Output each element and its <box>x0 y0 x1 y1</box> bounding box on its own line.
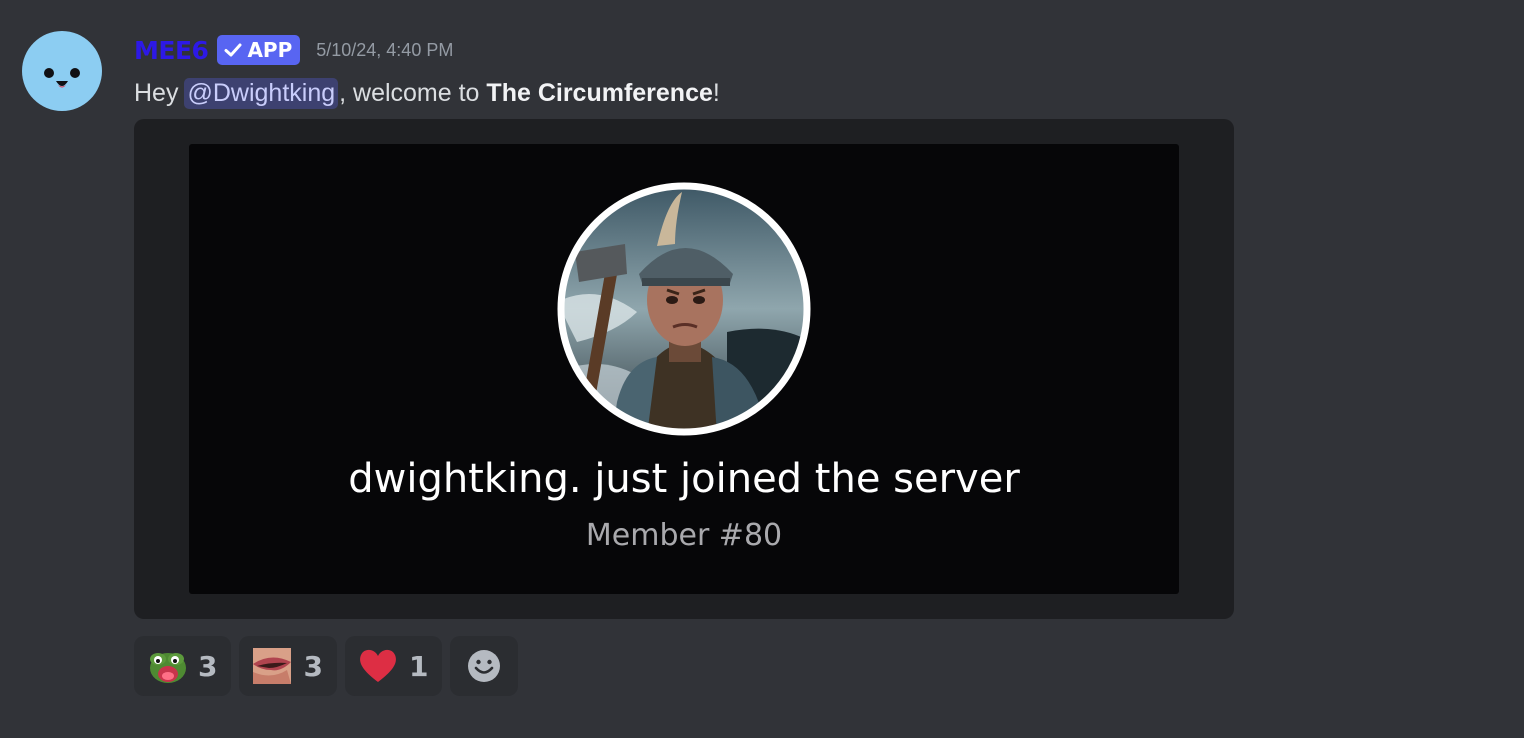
reactions-bar: 3 3 1 <box>134 636 519 696</box>
reaction-pepe[interactable]: 3 <box>134 636 232 696</box>
end-punctuation: ! <box>712 78 720 107</box>
reaction-lips[interactable]: 3 <box>239 636 337 696</box>
chat-message: MEE6 APP 5/10/24, 4:40 PM Hey @Dwightkin… <box>0 0 1524 738</box>
user-mention[interactable]: @Dwightking <box>184 77 339 109</box>
add-emoji-icon <box>468 650 501 682</box>
reaction-heart[interactable]: 1 <box>344 636 443 696</box>
app-badge: APP <box>217 35 301 65</box>
author-name[interactable]: MEE6 <box>134 36 209 65</box>
welcome-embed: dwightking. just joined the server Membe… <box>134 119 1234 619</box>
red-heart-icon <box>360 649 396 682</box>
mee6-face-icon <box>22 31 102 111</box>
welcome-card-image[interactable]: dwightking. just joined the server Membe… <box>189 144 1179 594</box>
server-name: The Circumference <box>486 78 713 107</box>
reaction-count: 3 <box>303 649 323 683</box>
add-reaction-button[interactable] <box>450 636 519 696</box>
pepe-icon <box>150 653 186 683</box>
lips-icon <box>253 648 292 684</box>
greeting-text: Hey <box>134 78 179 107</box>
message-timestamp[interactable]: 5/10/24, 4:40 PM <box>316 40 453 61</box>
app-badge-label: APP <box>247 38 293 62</box>
checkmark-icon <box>224 43 242 57</box>
mee6-avatar[interactable] <box>22 31 102 111</box>
member-avatar-image <box>557 182 811 436</box>
welcome-text: , welcome to <box>339 78 480 107</box>
member-count: Member #80 <box>585 518 783 553</box>
reaction-count: 1 <box>408 649 429 683</box>
reaction-count: 3 <box>198 649 218 683</box>
message-header: MEE6 APP 5/10/24, 4:40 PM <box>134 32 453 68</box>
join-message: dwightking. just joined the server <box>348 456 1020 502</box>
message-content: Hey @Dwightking , welcome to The Circumf… <box>134 72 720 114</box>
